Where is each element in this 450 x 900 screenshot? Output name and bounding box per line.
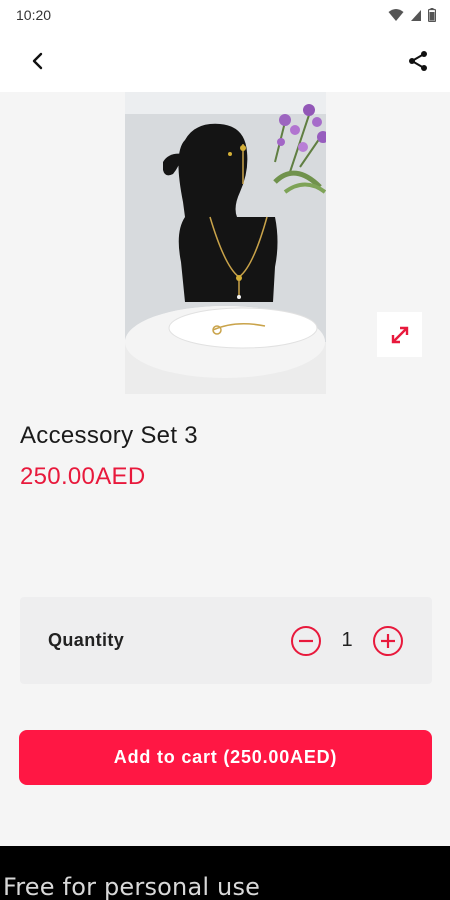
minus-circle-icon — [291, 625, 321, 656]
status-time: 10:20 — [16, 7, 52, 23]
share-icon — [409, 51, 427, 71]
back-arrow-icon — [32, 52, 43, 70]
product-photo — [125, 92, 326, 394]
app-bar — [0, 30, 450, 92]
status-icons — [388, 8, 436, 22]
decrement-button[interactable] — [290, 625, 322, 657]
bottom-banner: Free for personal use — [0, 846, 450, 900]
product-image[interactable] — [125, 92, 326, 394]
battery-icon — [428, 8, 436, 22]
banner-text: Free for personal use — [3, 873, 261, 900]
quantity-value: 1 — [341, 629, 353, 651]
share-button[interactable] — [402, 45, 434, 77]
wifi-icon — [388, 9, 404, 21]
quantity-label: Quantity — [48, 630, 125, 650]
add-to-cart-button[interactable]: Add to cart (250.00AED) — [19, 730, 432, 785]
increment-button[interactable] — [372, 625, 404, 657]
product-price: 250.00AED — [20, 463, 146, 490]
quantity-panel: Quantity 1 — [20, 597, 432, 684]
product-title: Accessory Set 3 — [20, 422, 198, 449]
status-bar: 10:20 — [0, 0, 450, 30]
cellular-signal-icon — [411, 9, 421, 21]
plus-circle-icon — [373, 625, 403, 656]
expand-icon — [391, 326, 408, 343]
back-button[interactable] — [22, 45, 54, 77]
quantity-stepper: 1 — [290, 625, 404, 657]
expand-image-button[interactable] — [377, 312, 422, 357]
